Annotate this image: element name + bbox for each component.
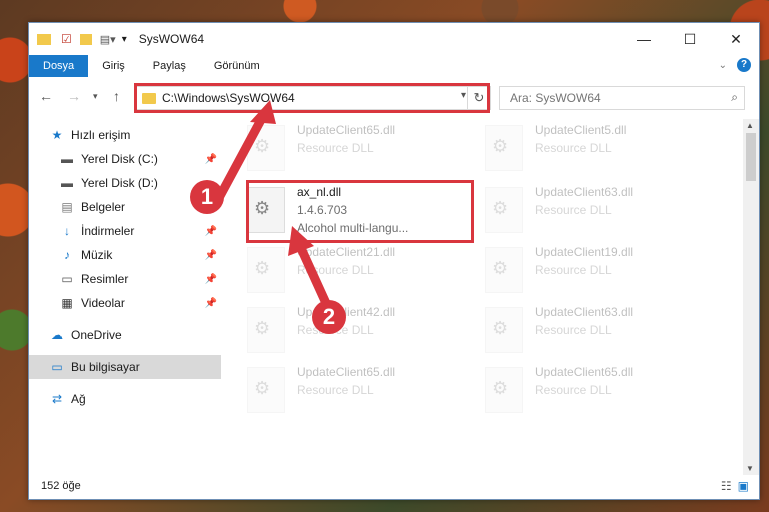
annotation-arrows xyxy=(215,100,335,317)
arrow-1-head xyxy=(250,100,276,124)
step-1-badge: 1 xyxy=(190,180,224,214)
arrow-1-line xyxy=(215,113,267,201)
step-2-badge: 2 xyxy=(312,300,346,334)
